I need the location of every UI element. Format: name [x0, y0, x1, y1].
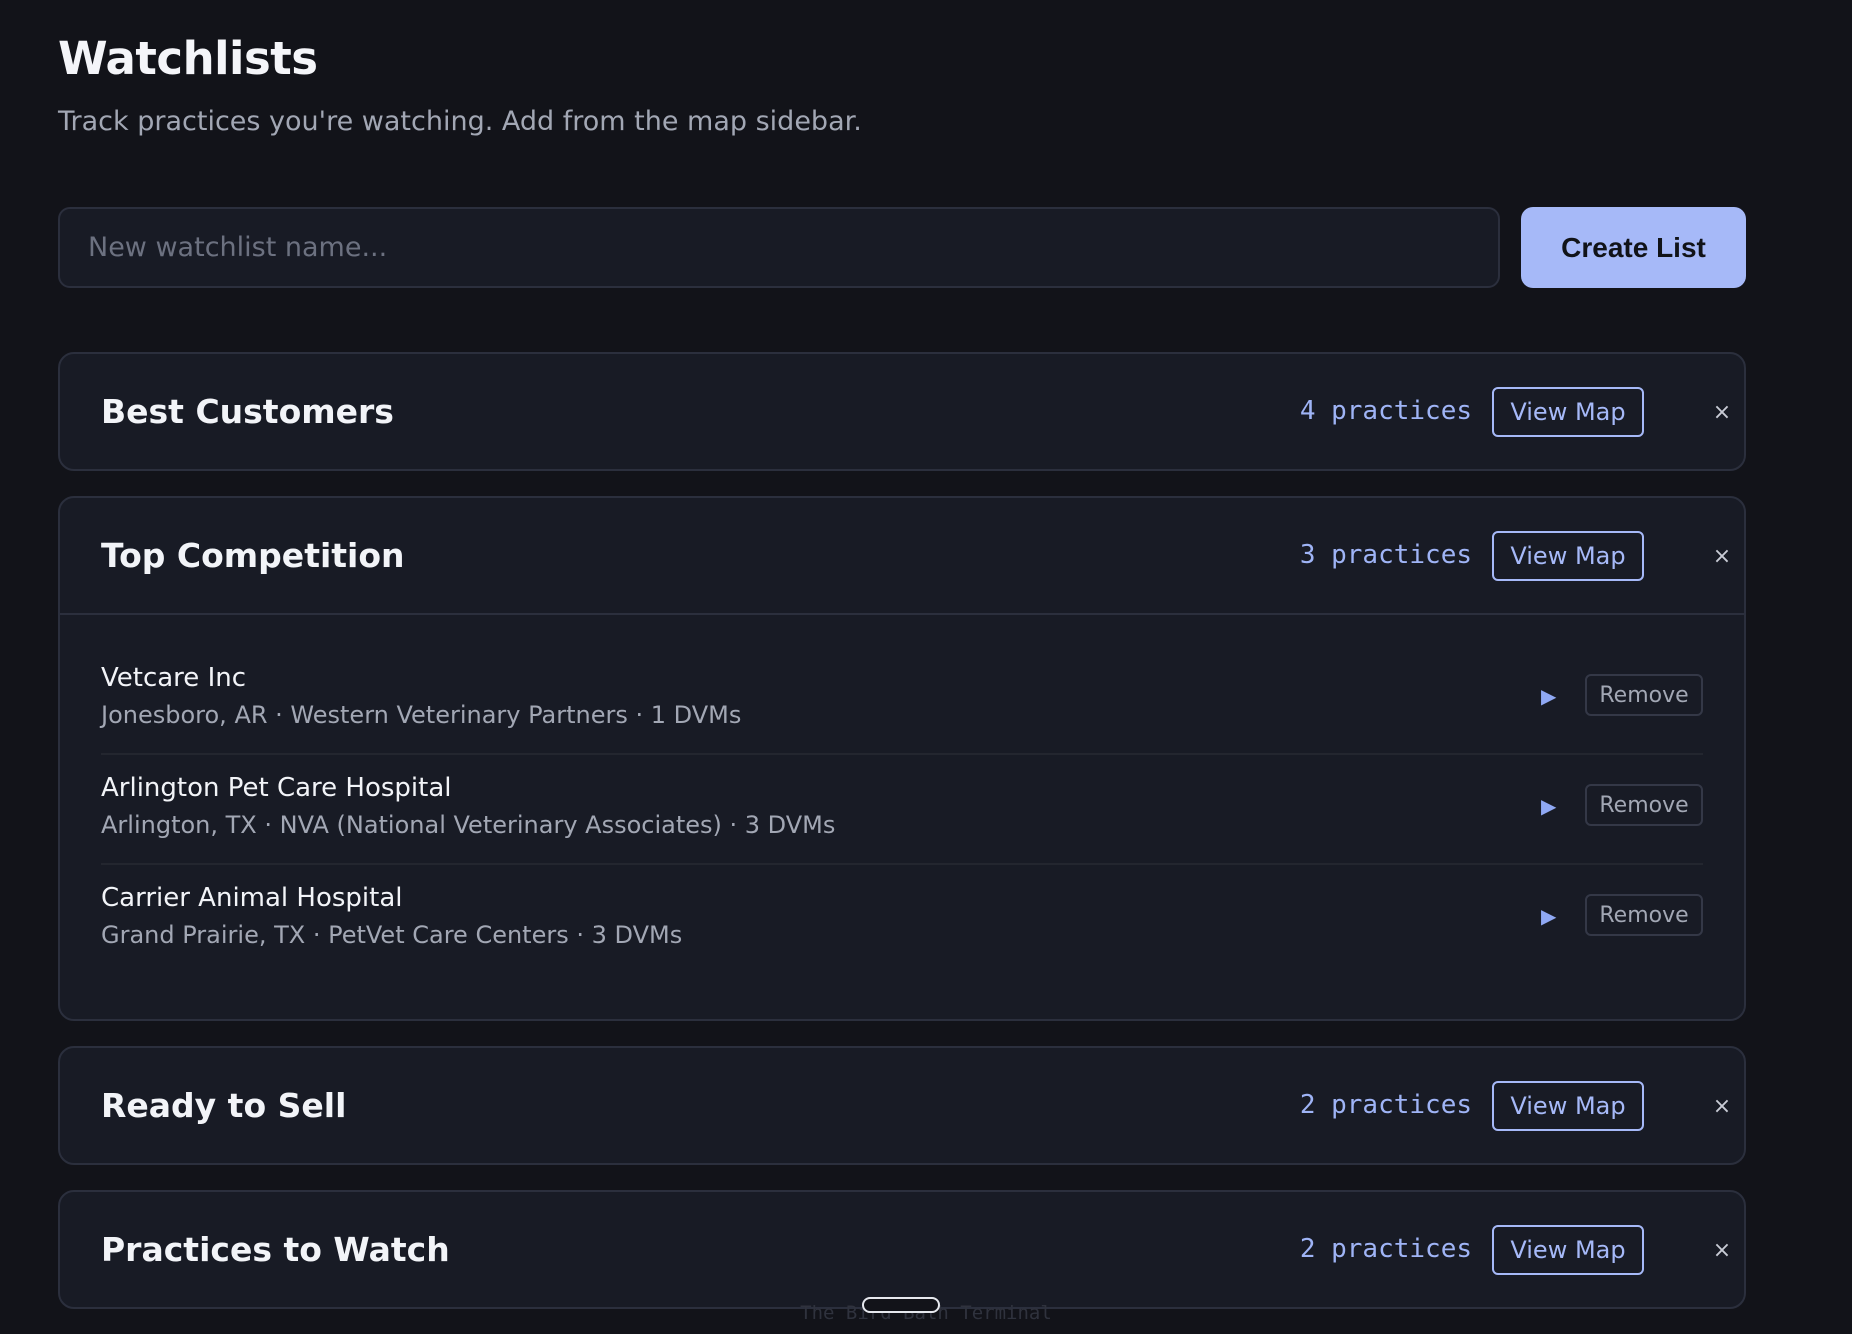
practice-count: 4 practices	[1299, 396, 1472, 426]
watchlist-name: Practices to Watch	[101, 1230, 450, 1269]
remove-button[interactable]: Remove	[1585, 674, 1703, 716]
watchlist-name: Best Customers	[101, 392, 394, 431]
watchlist-header[interactable]: Top Competition 3 practices View Map ×	[60, 498, 1744, 613]
practice-meta: Arlington, TX · NVA (National Veterinary…	[101, 811, 836, 839]
drag-handle[interactable]	[862, 1297, 940, 1313]
watchlist-card-best-customers: Best Customers 4 practices View Map ×	[58, 352, 1746, 471]
close-icon[interactable]: ×	[1704, 1232, 1740, 1268]
watchlist-name-input[interactable]	[58, 207, 1500, 288]
practice-row: Carrier Animal Hospital Grand Prairie, T…	[101, 865, 1703, 975]
practice-count: 3 practices	[1299, 540, 1472, 570]
practice-name: Carrier Animal Hospital	[101, 883, 403, 913]
view-map-button[interactable]: View Map	[1492, 531, 1644, 581]
play-icon[interactable]: ▶	[1541, 901, 1561, 931]
practice-row: Vetcare Inc Jonesboro, AR · Western Vete…	[101, 645, 1703, 755]
watchlist-card-top-competition: Top Competition 3 practices View Map × V…	[58, 496, 1746, 1021]
watchlist-header[interactable]: Best Customers 4 practices View Map ×	[60, 354, 1744, 469]
view-map-button[interactable]: View Map	[1492, 1081, 1644, 1131]
practice-meta: Grand Prairie, TX · PetVet Care Centers …	[101, 921, 683, 949]
watchlist-practices: Vetcare Inc Jonesboro, AR · Western Vete…	[60, 613, 1744, 1019]
create-list-button[interactable]: Create List	[1521, 207, 1746, 288]
remove-button[interactable]: Remove	[1585, 894, 1703, 936]
play-icon[interactable]: ▶	[1541, 681, 1561, 711]
practice-count: 2 practices	[1299, 1090, 1472, 1120]
practice-name: Arlington Pet Care Hospital	[101, 773, 452, 803]
page-subtitle: Track practices you're watching. Add fro…	[58, 106, 862, 137]
watchlist-header[interactable]: Practices to Watch 2 practices View Map …	[60, 1192, 1744, 1307]
watchlist-header[interactable]: Ready to Sell 2 practices View Map ×	[60, 1048, 1744, 1163]
watchlist-name: Top Competition	[101, 536, 405, 575]
practice-meta: Jonesboro, AR · Western Veterinary Partn…	[101, 701, 742, 729]
remove-button[interactable]: Remove	[1585, 784, 1703, 826]
practice-row: Arlington Pet Care Hospital Arlington, T…	[101, 755, 1703, 865]
watchlist-list: Best Customers 4 practices View Map × To…	[58, 352, 1746, 1334]
watchlist-card-practices-to-watch: Practices to Watch 2 practices View Map …	[58, 1190, 1746, 1309]
play-icon[interactable]: ▶	[1541, 791, 1561, 821]
practice-name: Vetcare Inc	[101, 663, 247, 693]
page-title: Watchlists	[58, 32, 318, 85]
watchlist-name: Ready to Sell	[101, 1086, 347, 1125]
view-map-button[interactable]: View Map	[1492, 1225, 1644, 1275]
practice-count: 2 practices	[1299, 1234, 1472, 1264]
close-icon[interactable]: ×	[1704, 394, 1740, 430]
watchlist-card-ready-to-sell: Ready to Sell 2 practices View Map ×	[58, 1046, 1746, 1165]
close-icon[interactable]: ×	[1704, 538, 1740, 574]
view-map-button[interactable]: View Map	[1492, 387, 1644, 437]
create-watchlist-form: Create List	[58, 207, 1746, 288]
close-icon[interactable]: ×	[1704, 1088, 1740, 1124]
